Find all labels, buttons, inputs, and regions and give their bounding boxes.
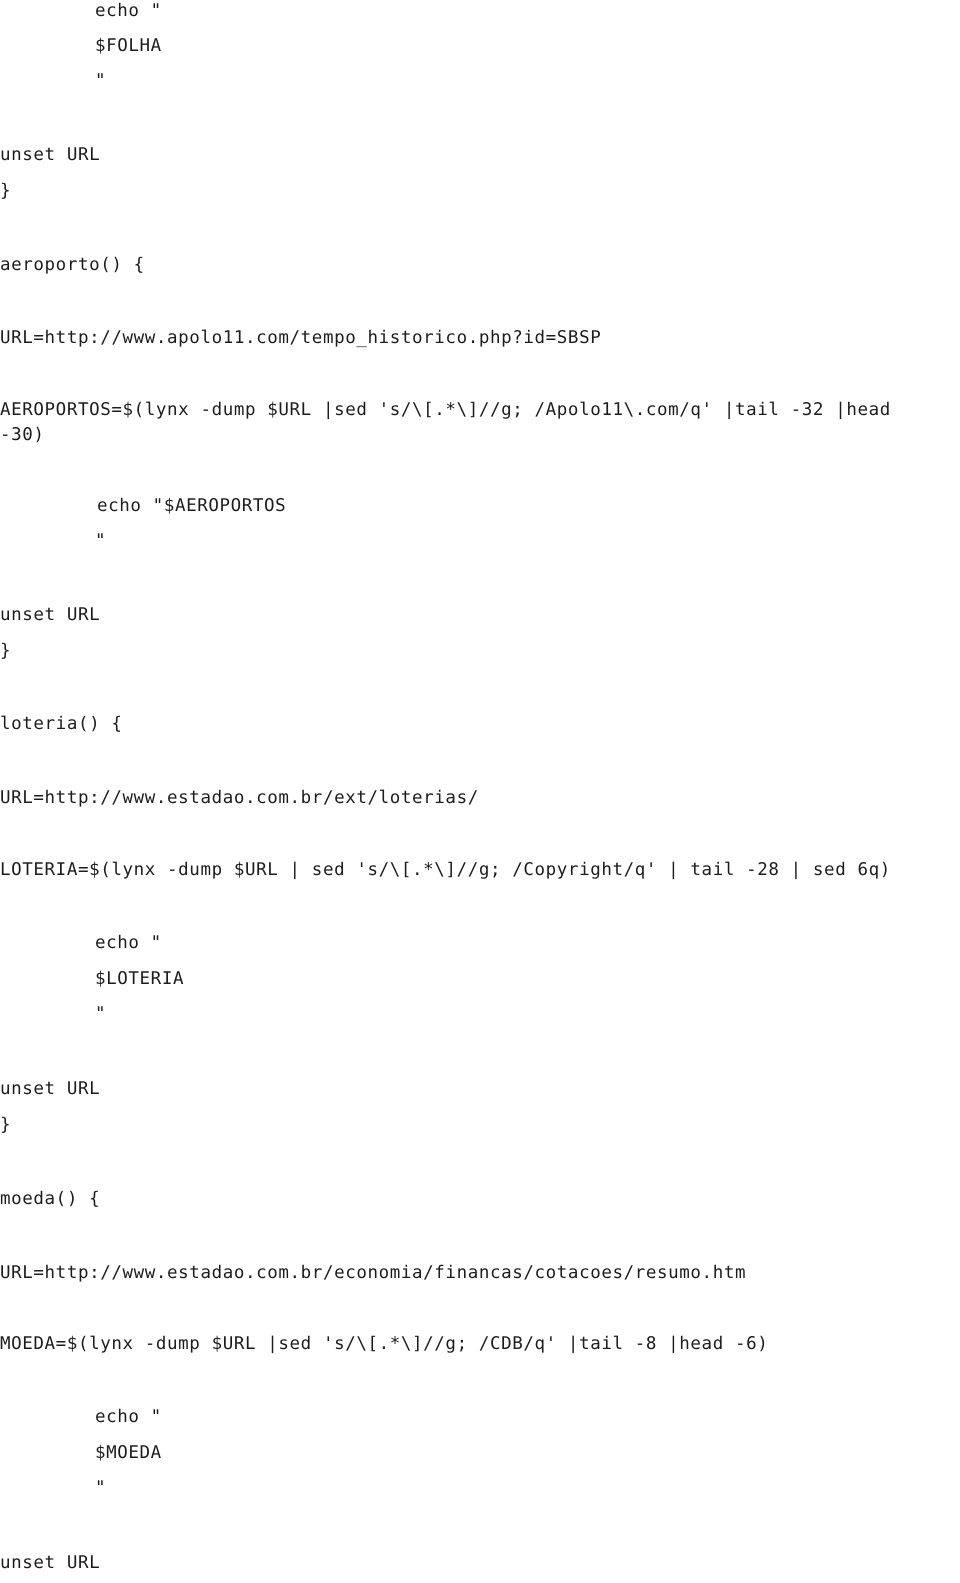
- code-line: aeroporto() {: [0, 255, 145, 275]
- code-line: LOTERIA=$(lynx -dump $URL | sed 's/\[.*\…: [0, 860, 891, 880]
- code-line: ": [95, 531, 107, 551]
- code-line: $FOLHA: [95, 36, 162, 56]
- code-line: }: [0, 181, 12, 201]
- code-line: ": [95, 71, 107, 91]
- code-line: unset URL: [0, 1079, 101, 1099]
- code-line: loteria() {: [0, 714, 123, 734]
- code-line: echo ": [95, 1, 162, 21]
- code-line: URL=http://www.estadao.com.br/economia/f…: [0, 1263, 747, 1283]
- code-line: AEROPORTOS=$(lynx -dump $URL |sed 's/\[.…: [0, 400, 891, 420]
- code-line: URL=http://www.estadao.com.br/ext/loteri…: [0, 788, 479, 808]
- code-line: ": [95, 1478, 107, 1498]
- code-line: echo ": [95, 1407, 162, 1427]
- code-line: $MOEDA: [95, 1443, 162, 1463]
- code-line: unset URL: [0, 1553, 101, 1573]
- code-line: MOEDA=$(lynx -dump $URL |sed 's/\[.*\]//…: [0, 1334, 769, 1354]
- code-line: }: [0, 641, 12, 661]
- code-line: unset URL: [0, 145, 101, 165]
- code-line: URL=http://www.apolo11.com/tempo_histori…: [0, 328, 602, 348]
- code-line: echo ": [95, 933, 162, 953]
- document-page: echo " $FOLHA " unset URL} aeroporto() { URL=…: [0, 0, 960, 1583]
- code-line: echo "$AEROPORTOS: [97, 496, 287, 516]
- code-line: moeda() {: [0, 1189, 101, 1209]
- code-line: }: [0, 1115, 12, 1135]
- code-line: -30): [0, 425, 45, 445]
- code-line: $LOTERIA: [95, 969, 185, 989]
- code-line: ": [95, 1004, 107, 1024]
- code-line: unset URL: [0, 605, 101, 625]
